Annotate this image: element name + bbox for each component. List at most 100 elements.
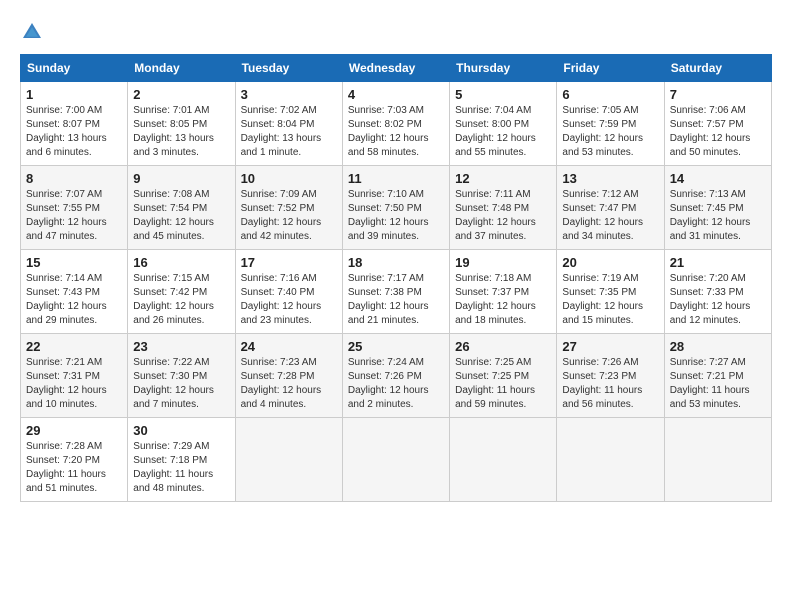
day-number: 8 bbox=[26, 171, 122, 186]
calendar-week-row: 29 Sunrise: 7:28 AMSunset: 7:20 PMDayligh… bbox=[21, 418, 772, 502]
day-info: Sunrise: 7:06 AMSunset: 7:57 PMDaylight:… bbox=[670, 104, 766, 160]
day-number: 26 bbox=[455, 339, 551, 354]
day-number: 29 bbox=[26, 423, 122, 438]
calendar-empty-cell bbox=[342, 418, 449, 502]
calendar-week-row: 15 Sunrise: 7:14 AMSunset: 7:43 PMDayligh… bbox=[21, 250, 772, 334]
day-info: Sunrise: 7:23 AMSunset: 7:28 PMDaylight:… bbox=[241, 356, 337, 412]
calendar-day-cell: 16Sunrise: 7:15 AMSunset: 7:42 PMDayligh… bbox=[128, 250, 235, 334]
page-header bbox=[20, 20, 772, 44]
day-number: 12 bbox=[455, 171, 551, 186]
calendar-day-cell: 10 Sunrise: 7:09 AMSunset: 7:52 PMDayligh… bbox=[235, 166, 342, 250]
calendar-day-cell: 13Sunrise: 7:12 AMSunset: 7:47 PMDayligh… bbox=[557, 166, 664, 250]
calendar-day-cell: 5 Sunrise: 7:04 AMSunset: 8:00 PMDaylight… bbox=[450, 82, 557, 166]
calendar-empty-cell bbox=[664, 418, 771, 502]
calendar-day-cell: 28Sunrise: 7:27 AMSunset: 7:21 PMDayligh… bbox=[664, 334, 771, 418]
day-number: 3 bbox=[241, 87, 337, 102]
day-info: Sunrise: 7:08 AMSunset: 7:54 PMDaylight:… bbox=[133, 188, 229, 244]
calendar-day-cell: 11Sunrise: 7:10 AMSunset: 7:50 PMDayligh… bbox=[342, 166, 449, 250]
calendar-day-cell: 6 Sunrise: 7:05 AMSunset: 7:59 PMDaylight… bbox=[557, 82, 664, 166]
day-number: 9 bbox=[133, 171, 229, 186]
day-number: 1 bbox=[26, 87, 122, 102]
calendar-day-cell: 27Sunrise: 7:26 AMSunset: 7:23 PMDayligh… bbox=[557, 334, 664, 418]
day-info: Sunrise: 7:27 AMSunset: 7:21 PMDaylight:… bbox=[670, 356, 766, 412]
day-number: 14 bbox=[670, 171, 766, 186]
weekday-header: Tuesday bbox=[235, 55, 342, 82]
calendar-day-cell: 25Sunrise: 7:24 AMSunset: 7:26 PMDayligh… bbox=[342, 334, 449, 418]
weekday-header: Saturday bbox=[664, 55, 771, 82]
day-number: 18 bbox=[348, 255, 444, 270]
calendar-day-cell: 17 Sunrise: 7:16 AMSunset: 7:40 PMDayligh… bbox=[235, 250, 342, 334]
calendar-day-cell: 26 Sunrise: 7:25 AMSunset: 7:25 PMDayligh… bbox=[450, 334, 557, 418]
day-info: Sunrise: 7:26 AMSunset: 7:23 PMDaylight:… bbox=[562, 356, 658, 412]
calendar-day-cell: 18 Sunrise: 7:17 AMSunset: 7:38 PMDayligh… bbox=[342, 250, 449, 334]
calendar-empty-cell bbox=[450, 418, 557, 502]
day-info: Sunrise: 7:11 AMSunset: 7:48 PMDaylight:… bbox=[455, 188, 551, 244]
calendar-day-cell: 20 Sunrise: 7:19 AMSunset: 7:35 PMDayligh… bbox=[557, 250, 664, 334]
calendar-day-cell: 19 Sunrise: 7:18 AMSunset: 7:37 PMDayligh… bbox=[450, 250, 557, 334]
day-number: 24 bbox=[241, 339, 337, 354]
calendar-week-row: 1 Sunrise: 7:00 AMSunset: 8:07 PMDaylight… bbox=[21, 82, 772, 166]
day-info: Sunrise: 7:03 AMSunset: 8:02 PMDaylight:… bbox=[348, 104, 444, 160]
logo bbox=[20, 20, 48, 44]
day-number: 22 bbox=[26, 339, 122, 354]
calendar-day-cell: 23 Sunrise: 7:22 AMSunset: 7:30 PMDayligh… bbox=[128, 334, 235, 418]
day-info: Sunrise: 7:04 AMSunset: 8:00 PMDaylight:… bbox=[455, 104, 551, 160]
day-info: Sunrise: 7:19 AMSunset: 7:35 PMDaylight:… bbox=[562, 272, 658, 328]
day-number: 20 bbox=[562, 255, 658, 270]
calendar-week-row: 22 Sunrise: 7:21 AMSunset: 7:31 PMDayligh… bbox=[21, 334, 772, 418]
day-info: Sunrise: 7:02 AMSunset: 8:04 PMDaylight:… bbox=[241, 104, 337, 160]
day-info: Sunrise: 7:28 AMSunset: 7:20 PMDaylight:… bbox=[26, 440, 122, 496]
weekday-header: Sunday bbox=[21, 55, 128, 82]
day-info: Sunrise: 7:22 AMSunset: 7:30 PMDaylight:… bbox=[133, 356, 229, 412]
day-info: Sunrise: 7:21 AMSunset: 7:31 PMDaylight:… bbox=[26, 356, 122, 412]
day-number: 13 bbox=[562, 171, 658, 186]
day-info: Sunrise: 7:10 AMSunset: 7:50 PMDaylight:… bbox=[348, 188, 444, 244]
day-info: Sunrise: 7:16 AMSunset: 7:40 PMDaylight:… bbox=[241, 272, 337, 328]
day-number: 17 bbox=[241, 255, 337, 270]
day-number: 4 bbox=[348, 87, 444, 102]
calendar-day-cell: 22 Sunrise: 7:21 AMSunset: 7:31 PMDayligh… bbox=[21, 334, 128, 418]
day-number: 25 bbox=[348, 339, 444, 354]
calendar-day-cell: 7 Sunrise: 7:06 AMSunset: 7:57 PMDaylight… bbox=[664, 82, 771, 166]
calendar-empty-cell bbox=[557, 418, 664, 502]
day-number: 10 bbox=[241, 171, 337, 186]
day-number: 23 bbox=[133, 339, 229, 354]
calendar-day-cell: 4 Sunrise: 7:03 AMSunset: 8:02 PMDaylight… bbox=[342, 82, 449, 166]
day-number: 7 bbox=[670, 87, 766, 102]
calendar-day-cell: 3 Sunrise: 7:02 AMSunset: 8:04 PMDaylight… bbox=[235, 82, 342, 166]
day-info: Sunrise: 7:05 AMSunset: 7:59 PMDaylight:… bbox=[562, 104, 658, 160]
calendar-day-cell: 24 Sunrise: 7:23 AMSunset: 7:28 PMDayligh… bbox=[235, 334, 342, 418]
day-info: Sunrise: 7:25 AMSunset: 7:25 PMDaylight:… bbox=[455, 356, 551, 412]
day-info: Sunrise: 7:09 AMSunset: 7:52 PMDaylight:… bbox=[241, 188, 337, 244]
calendar-table: SundayMondayTuesdayWednesdayThursdayFrid… bbox=[20, 54, 772, 502]
day-info: Sunrise: 7:29 AMSunset: 7:18 PMDaylight:… bbox=[133, 440, 229, 496]
weekday-header: Wednesday bbox=[342, 55, 449, 82]
day-number: 30 bbox=[133, 423, 229, 438]
calendar-day-cell: 2 Sunrise: 7:01 AMSunset: 8:05 PMDaylight… bbox=[128, 82, 235, 166]
calendar-week-row: 8Sunrise: 7:07 AMSunset: 7:55 PMDaylight… bbox=[21, 166, 772, 250]
day-info: Sunrise: 7:20 AMSunset: 7:33 PMDaylight:… bbox=[670, 272, 766, 328]
day-info: Sunrise: 7:00 AMSunset: 8:07 PMDaylight:… bbox=[26, 104, 122, 160]
day-info: Sunrise: 7:18 AMSunset: 7:37 PMDaylight:… bbox=[455, 272, 551, 328]
calendar-day-cell: 8Sunrise: 7:07 AMSunset: 7:55 PMDaylight… bbox=[21, 166, 128, 250]
calendar-day-cell: 21 Sunrise: 7:20 AMSunset: 7:33 PMDayligh… bbox=[664, 250, 771, 334]
day-info: Sunrise: 7:14 AMSunset: 7:43 PMDaylight:… bbox=[26, 272, 122, 328]
day-number: 19 bbox=[455, 255, 551, 270]
calendar-empty-cell bbox=[235, 418, 342, 502]
calendar-day-cell: 15 Sunrise: 7:14 AMSunset: 7:43 PMDayligh… bbox=[21, 250, 128, 334]
weekday-header: Friday bbox=[557, 55, 664, 82]
logo-icon bbox=[20, 20, 44, 44]
calendar-day-cell: 12 Sunrise: 7:11 AMSunset: 7:48 PMDayligh… bbox=[450, 166, 557, 250]
day-number: 2 bbox=[133, 87, 229, 102]
calendar-day-cell: 9 Sunrise: 7:08 AMSunset: 7:54 PMDaylight… bbox=[128, 166, 235, 250]
day-number: 21 bbox=[670, 255, 766, 270]
day-number: 6 bbox=[562, 87, 658, 102]
weekday-header: Thursday bbox=[450, 55, 557, 82]
weekday-header-row: SundayMondayTuesdayWednesdayThursdayFrid… bbox=[21, 55, 772, 82]
day-info: Sunrise: 7:13 AMSunset: 7:45 PMDaylight:… bbox=[670, 188, 766, 244]
day-number: 15 bbox=[26, 255, 122, 270]
day-info: Sunrise: 7:01 AMSunset: 8:05 PMDaylight:… bbox=[133, 104, 229, 160]
calendar-day-cell: 14 Sunrise: 7:13 AMSunset: 7:45 PMDayligh… bbox=[664, 166, 771, 250]
day-info: Sunrise: 7:17 AMSunset: 7:38 PMDaylight:… bbox=[348, 272, 444, 328]
day-number: 5 bbox=[455, 87, 551, 102]
